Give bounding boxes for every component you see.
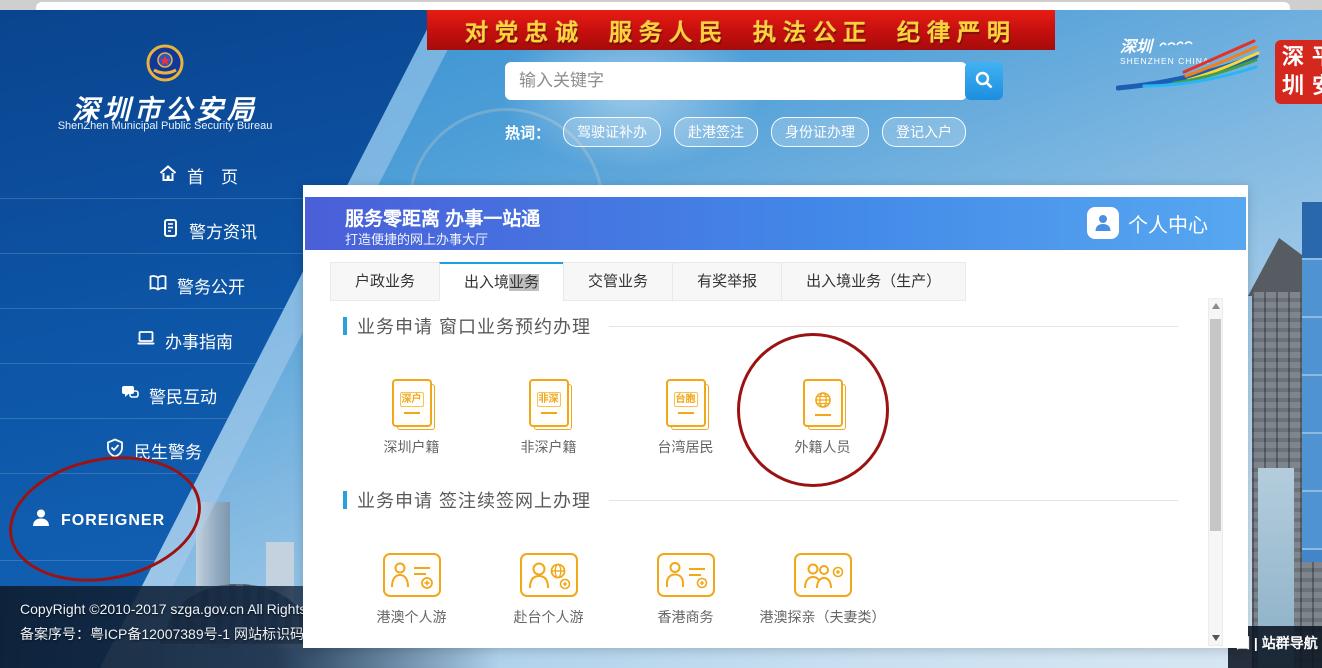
right-edge-panel [1302,202,1322,562]
sidebar-item-livelihood-police[interactable]: 民生警务 [105,438,202,463]
hot-word-id-card[interactable]: 身份证办理 [771,117,869,147]
user-center-label: 个人中心 [1128,209,1208,238]
sidebar-item-police-interaction[interactable]: 警民互动 [120,383,217,408]
card-person-globe-icon [520,553,578,597]
copyright-line: CopyRight ©2010-2017 szga.gov.cn All Rig… [20,601,320,617]
hot-word-driver-license[interactable]: 驾驶证补办 [563,117,661,147]
tab-bar: 户政业务 出入境业务 交管业务 有奖举报 出入境业务（生产） [331,262,966,301]
service-foreign-national[interactable]: 外籍人员 [754,379,891,457]
city-logo-cn-text: 深圳 [1120,37,1155,56]
service-hongkong-business[interactable]: 香港商务 [617,553,754,627]
sidebar-item-home[interactable]: 首 页 [158,163,238,188]
shield-icon [105,438,125,463]
section-window-appointment-title: 业务申请 窗口业务预约办理 [343,313,1188,339]
portal-header: 服务零距离 办事一站通 打造便捷的网上办事大厅 个人中心 [305,197,1246,250]
section-divider-line [609,500,1178,501]
footer-links[interactable]: 图 | 站群导航 [1236,633,1318,653]
service-taiwan-individual-travel[interactable]: 赴台个人游 [480,553,617,627]
service-row-appointment: 深户 深圳户籍 非深 非深户籍 台胞 [343,379,1188,457]
sidebar-item-service-guide[interactable]: 办事指南 [136,328,233,353]
booklet-nonlocal-resident-icon: 非深 [529,379,569,427]
book-icon [148,273,168,298]
shenzhen-city-logo: 深圳 SHENZHEN CHINA [1116,36,1261,103]
scrollbar-thumb[interactable] [1210,319,1221,531]
browser-chrome-strip [0,0,1322,10]
service-row-endorsement: 港澳个人游 赴台个人游 香港商务 [343,553,1188,627]
selected-text-highlight: 业务 [509,274,539,291]
org-name-en: ShenZhen Municipal Public Security Burea… [10,120,320,132]
service-portal-panel: 服务零距离 办事一站通 打造便捷的网上办事大厅 个人中心 户政业务 出入境业务 … [303,185,1248,648]
booklet-taiwan-resident-icon: 台胞 [666,379,706,427]
search-input[interactable] [505,62,967,100]
police-emblem [146,44,184,87]
service-hk-macau-family-visit[interactable]: 港澳探亲（夫妻类） [754,553,891,627]
section-online-endorsement-title: 业务申请 签注续签网上办理 [343,487,1188,513]
hot-words-label: 热词： [505,122,550,143]
card-two-persons-icon [794,553,852,597]
sidebar-item-police-news[interactable]: 警方资讯 [160,218,257,243]
city-logo-en-text: SHENZHEN CHINA [1120,56,1210,66]
hot-words-row: 热词： 驾驶证补办 赴港签注 身份证办理 登记入户 [505,117,966,147]
home-icon [158,163,178,188]
hot-word-hk-endorsement[interactable]: 赴港签注 [674,117,758,147]
tab-traffic-services[interactable]: 交管业务 [563,262,673,301]
news-icon [160,218,180,243]
panel-scrollbar[interactable] [1208,298,1223,646]
card-person-plus-icon [383,553,441,597]
service-hk-macau-individual-travel[interactable]: 港澳个人游 [343,553,480,627]
booklet-globe-icon [803,379,843,427]
service-nonlocal-resident[interactable]: 非深 非深户籍 [480,379,617,457]
browser-chrome-bar [36,2,1290,10]
service-taiwan-resident[interactable]: 台胞 台湾居民 [617,379,754,457]
search-icon [973,69,995,94]
slogan-banner: 对党忠诚 服务人民 执法公正 纪律严明 [427,10,1055,50]
service-shenzhen-resident[interactable]: 深户 深圳户籍 [343,379,480,457]
card-person-lines-icon [657,553,715,597]
hot-word-household-registration[interactable]: 登记入户 [882,117,966,147]
chat-icon [120,383,140,408]
portal-title: 服务零距离 办事一站通 [345,204,540,231]
user-icon [1087,207,1119,239]
page: 图 | 站群导航 深圳市公安局 ShenZhen Municipal Publi… [0,0,1322,668]
section-divider-line [609,326,1178,327]
scrollbar-down-arrow[interactable] [1209,631,1222,645]
user-center-button[interactable]: 个人中心 [1087,207,1208,239]
laptop-icon [136,328,156,353]
tab-household-services[interactable]: 户政业务 [330,262,440,301]
tab-content: 业务申请 窗口业务预约办理 深户 深圳户籍 非深 非深户籍 [343,313,1188,657]
tab-reward-report[interactable]: 有奖举报 [672,262,782,301]
sidebar-item-police-openness[interactable]: 警务公开 [148,273,245,298]
booklet-shenzhen-resident-icon: 深户 [392,379,432,427]
section-accent-bar [343,491,347,509]
icp-record-line: 备案序号：粤ICP备12007389号-1 网站标识码：44 [20,624,334,644]
scrollbar-up-arrow[interactable] [1209,299,1222,313]
tab-exit-entry-production[interactable]: 出入境业务（生产） [781,262,966,301]
portal-subtitle: 打造便捷的网上办事大厅 [345,229,488,248]
person-icon [30,507,52,534]
shenzhen-seal: 深 平 圳 安 [1275,40,1322,104]
search-button[interactable] [965,62,1003,100]
sidebar-item-foreigner[interactable]: FOREIGNER [30,507,165,534]
tab-exit-entry-services[interactable]: 出入境业务 [439,262,564,301]
section-accent-bar [343,317,347,335]
